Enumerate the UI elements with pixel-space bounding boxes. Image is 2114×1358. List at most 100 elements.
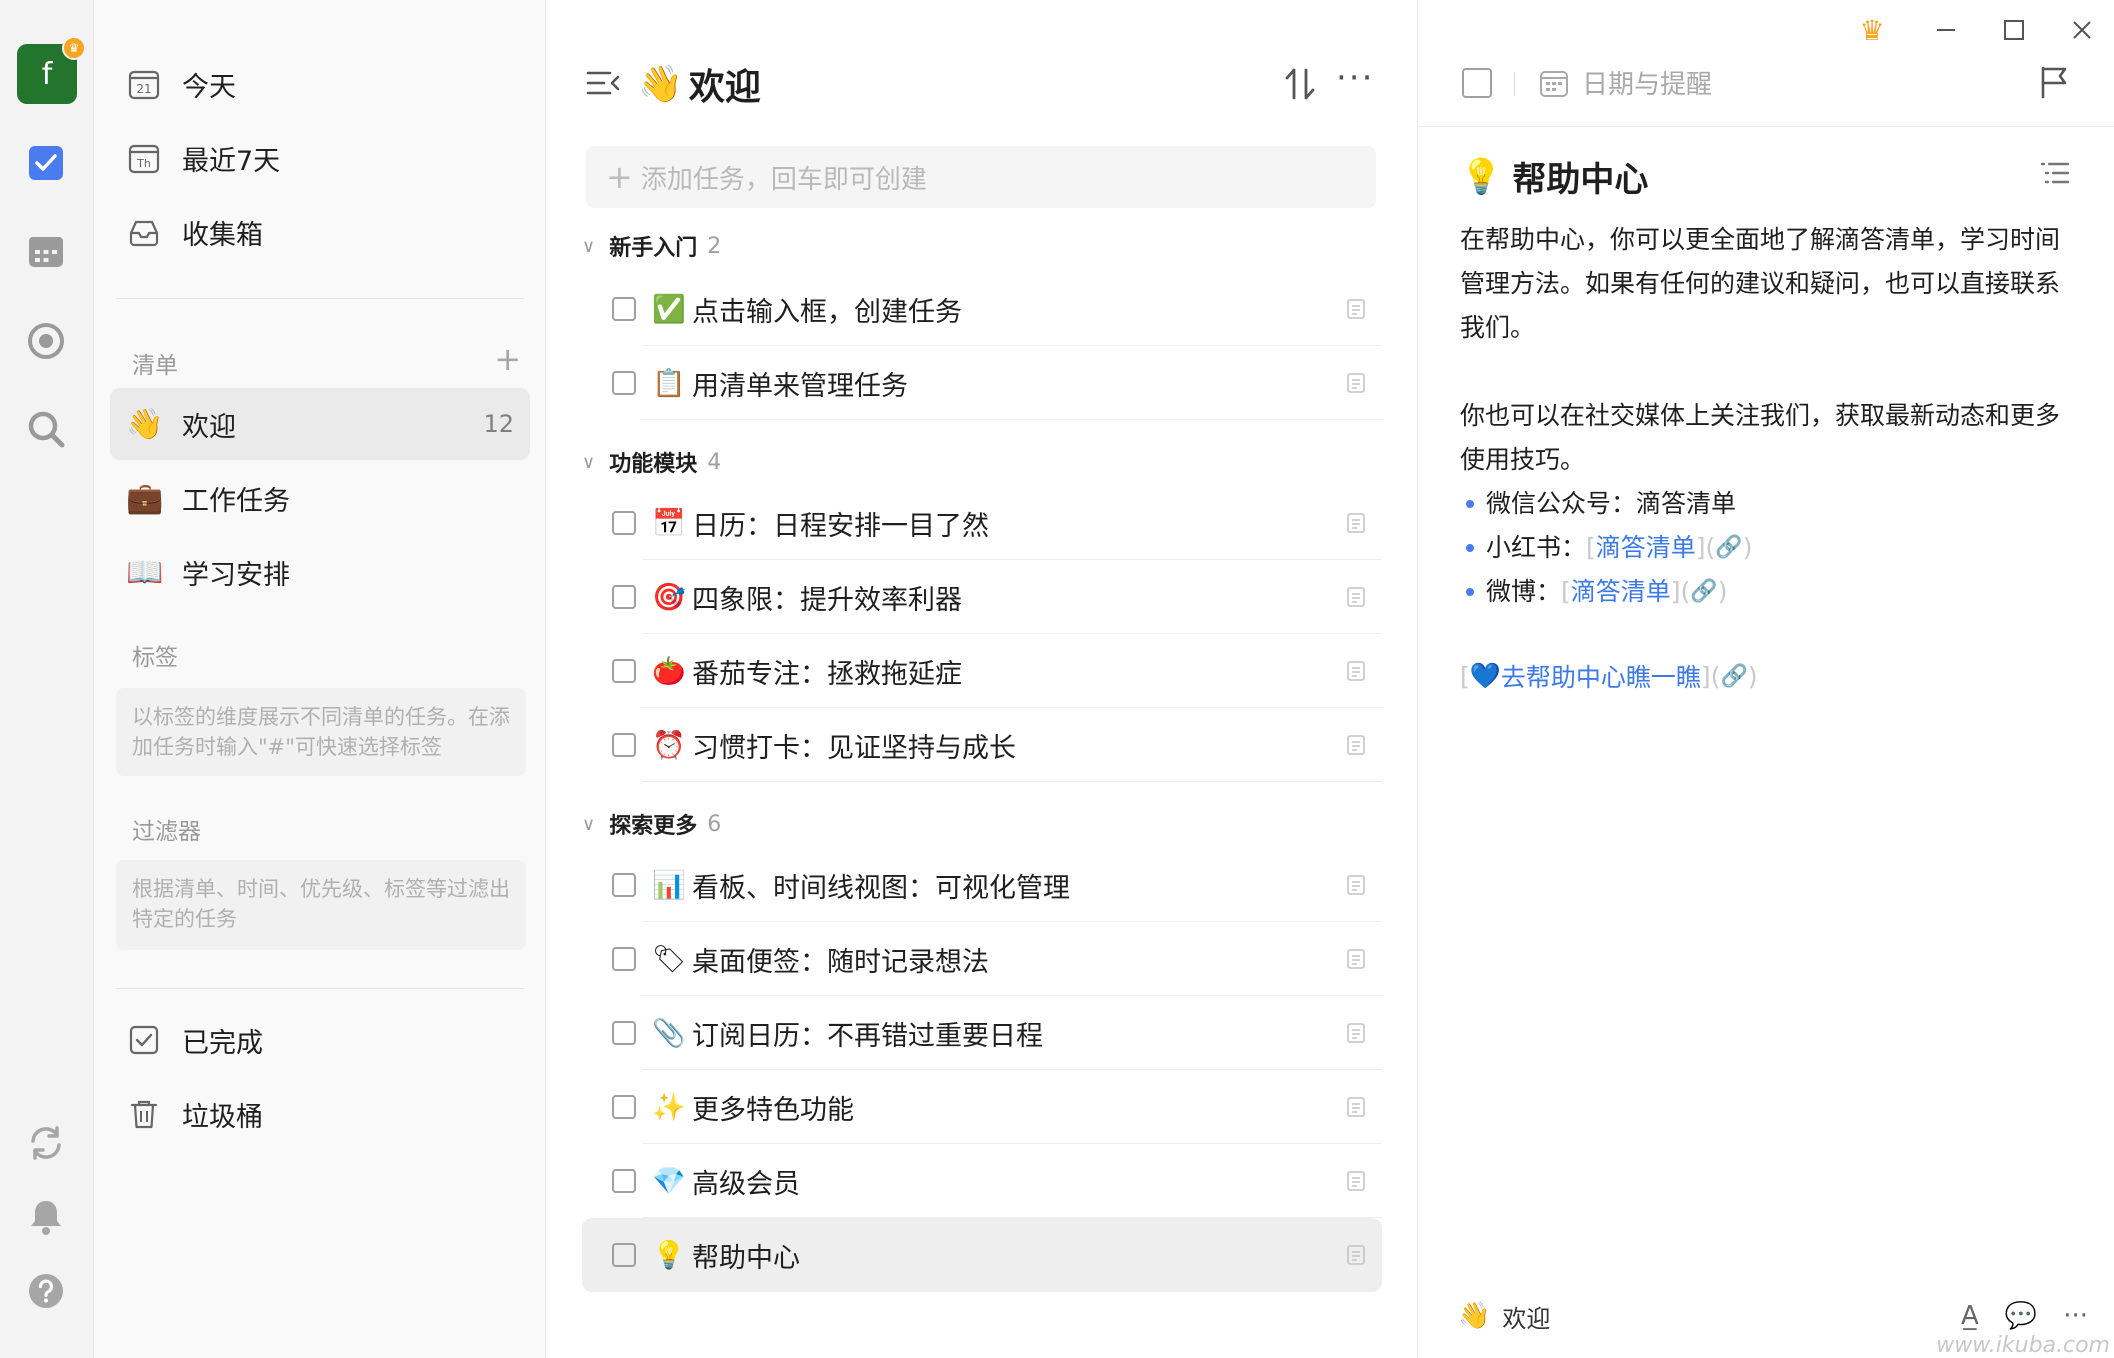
- footer-list-name[interactable]: 欢迎: [1502, 1299, 1550, 1334]
- sidebar-item-completed[interactable]: 已完成: [110, 1004, 530, 1076]
- list-item: 微信公众号： 滴答清单: [1460, 482, 2080, 526]
- waving-hand-icon: 👋: [638, 64, 683, 105]
- lists-sidebar: 21 今天 Th 最近7天 收集箱 清单 + 👋 欢迎 12 💼 工作任务 📖 …: [94, 0, 546, 1358]
- add-task-input[interactable]: + 添加任务，回车即可创建: [586, 146, 1376, 208]
- search-nav-button[interactable]: [23, 406, 69, 452]
- maximize-button[interactable]: [1994, 10, 2034, 50]
- calendar-nav-button[interactable]: [23, 228, 69, 274]
- group-header-explore-more[interactable]: ∨ 探索更多 6: [582, 804, 721, 844]
- task-row[interactable]: ⏰ 习惯打卡：见证坚持与成长: [582, 708, 1382, 782]
- heart-icon: 💙: [1469, 661, 1501, 690]
- group-name: 探索更多: [609, 814, 698, 839]
- task-title: 四象限：提升效率利器: [692, 584, 962, 616]
- task-detail-title-text: 帮助中心: [1512, 160, 1649, 200]
- sidebar-item-label: 今天: [182, 71, 236, 103]
- group-count: 6: [707, 811, 722, 837]
- clipboard-icon: 📋: [652, 368, 686, 399]
- minimize-button[interactable]: [1926, 10, 1966, 50]
- task-checkbox[interactable]: [612, 873, 636, 897]
- tasks-nav-button[interactable]: [23, 140, 69, 186]
- task-row[interactable]: 💎 高级会员: [582, 1144, 1382, 1218]
- toggle-sidebar-button[interactable]: [584, 64, 622, 102]
- outline-button[interactable]: [2038, 156, 2072, 190]
- note-icon: [1347, 1171, 1365, 1191]
- description-paragraph: 在帮助中心，你可以更全面地了解滴答清单，学习时间管理方法。如果有任何的建议和疑问…: [1460, 225, 2061, 342]
- link-icon[interactable]: 🔗: [1690, 570, 1717, 614]
- task-row[interactable]: 📎 订阅日历：不再错过重要日程: [582, 996, 1382, 1070]
- task-checkbox[interactable]: [612, 1021, 636, 1045]
- checkbox-icon: [29, 146, 63, 180]
- task-checkbox[interactable]: [612, 585, 636, 609]
- task-row[interactable]: 📊 看板、时间线视图：可视化管理: [582, 848, 1382, 922]
- task-title: 桌面便签：随时记录想法: [692, 946, 989, 978]
- calendar-icon: [29, 237, 63, 267]
- group-header-features[interactable]: ∨ 功能模块 4: [582, 442, 721, 482]
- text-format-icon[interactable]: A̲: [1961, 1301, 1979, 1331]
- sidebar-item-trash[interactable]: 垃圾桶: [110, 1078, 530, 1150]
- focus-icon: [28, 323, 64, 359]
- help-icon: [29, 1274, 63, 1308]
- task-checkbox[interactable]: [612, 297, 636, 321]
- task-checkbox[interactable]: [612, 1243, 636, 1267]
- xiaohongshu-link[interactable]: 滴答清单: [1596, 526, 1696, 570]
- sidebar-item-study[interactable]: 📖 学习安排: [110, 536, 530, 608]
- task-row[interactable]: 🏷 桌面便签：随时记录想法: [582, 922, 1382, 996]
- task-checkbox[interactable]: [612, 947, 636, 971]
- sidebar-item-today[interactable]: 21 今天: [110, 48, 530, 120]
- calendar-day-icon: 21: [126, 66, 162, 102]
- icon-rail: f ♛: [0, 0, 94, 1358]
- task-row[interactable]: 🍅 番茄专注：拯救拖延症: [582, 634, 1382, 708]
- task-detail-title[interactable]: 💡 帮助中心: [1460, 152, 1648, 201]
- chevron-down-icon: ∨: [582, 451, 596, 473]
- priority-button[interactable]: [2036, 64, 2072, 100]
- sidebar-item-work[interactable]: 💼 工作任务: [110, 462, 530, 534]
- task-row[interactable]: 📋 用清单来管理任务: [582, 346, 1382, 420]
- task-checkbox[interactable]: [612, 1095, 636, 1119]
- sort-button[interactable]: [1280, 64, 1320, 104]
- group-header-getting-started[interactable]: ∨ 新手入门 2: [582, 226, 721, 266]
- more-icon[interactable]: ···: [2063, 1301, 2088, 1331]
- task-checkbox[interactable]: [612, 659, 636, 683]
- light-bulb-icon: 💡: [652, 1240, 686, 1271]
- task-complete-checkbox[interactable]: [1462, 68, 1492, 98]
- link-icon[interactable]: 🔗: [1720, 664, 1747, 689]
- task-row[interactable]: 🎯 四象限：提升效率利器: [582, 560, 1382, 634]
- notifications-button[interactable]: [23, 1194, 69, 1240]
- date-reminder-button[interactable]: 日期与提醒: [1538, 64, 1712, 101]
- help-button[interactable]: [23, 1268, 69, 1314]
- group-count: 4: [707, 449, 722, 475]
- sync-button[interactable]: [23, 1120, 69, 1166]
- comment-icon[interactable]: 💬: [2005, 1301, 2037, 1331]
- close-button[interactable]: [2062, 10, 2102, 50]
- add-list-button[interactable]: +: [494, 343, 521, 375]
- task-checkbox[interactable]: [612, 371, 636, 395]
- help-center-link[interactable]: [💙 去帮助中心瞧一瞧](🔗): [1460, 658, 1758, 694]
- sidebar-item-welcome[interactable]: 👋 欢迎 12: [110, 388, 530, 460]
- task-description[interactable]: 在帮助中心，你可以更全面地了解滴答清单，学习时间管理方法。如果有任何的建议和疑问…: [1460, 218, 2080, 614]
- inbox-icon: [126, 214, 162, 250]
- sidebar-item-inbox[interactable]: 收集箱: [110, 196, 530, 268]
- bullet-dot: [1466, 500, 1474, 508]
- link-icon[interactable]: 🔗: [1715, 526, 1742, 570]
- weibo-link[interactable]: 滴答清单: [1571, 570, 1671, 614]
- task-checkbox[interactable]: [612, 1169, 636, 1193]
- task-checkbox[interactable]: [612, 733, 636, 757]
- note-icon: [1347, 1245, 1365, 1265]
- help-center-link-text: 去帮助中心瞧一瞧: [1500, 663, 1701, 692]
- task-row[interactable]: ✅ 点击输入框，创建任务: [582, 272, 1382, 346]
- task-row[interactable]: 📅 日历：日程安排一目了然: [582, 486, 1382, 560]
- task-row[interactable]: ✨ 更多特色功能: [582, 1070, 1382, 1144]
- focus-nav-button[interactable]: [23, 318, 69, 364]
- sidebar-item-next-7-days[interactable]: Th 最近7天: [110, 122, 530, 194]
- premium-crown-icon[interactable]: ♛: [1852, 10, 1892, 50]
- note-icon: [1347, 587, 1365, 607]
- check-mark-icon: ✅: [652, 294, 686, 325]
- menu-icon: [586, 71, 620, 95]
- avatar[interactable]: f ♛: [17, 36, 86, 104]
- light-bulb-icon: 💡: [1460, 156, 1503, 197]
- task-checkbox[interactable]: [612, 511, 636, 535]
- more-options-button[interactable]: ···: [1336, 58, 1374, 98]
- note-icon: [1347, 299, 1365, 319]
- note-icon: [1347, 949, 1365, 969]
- task-row-selected[interactable]: 💡 帮助中心: [582, 1218, 1382, 1292]
